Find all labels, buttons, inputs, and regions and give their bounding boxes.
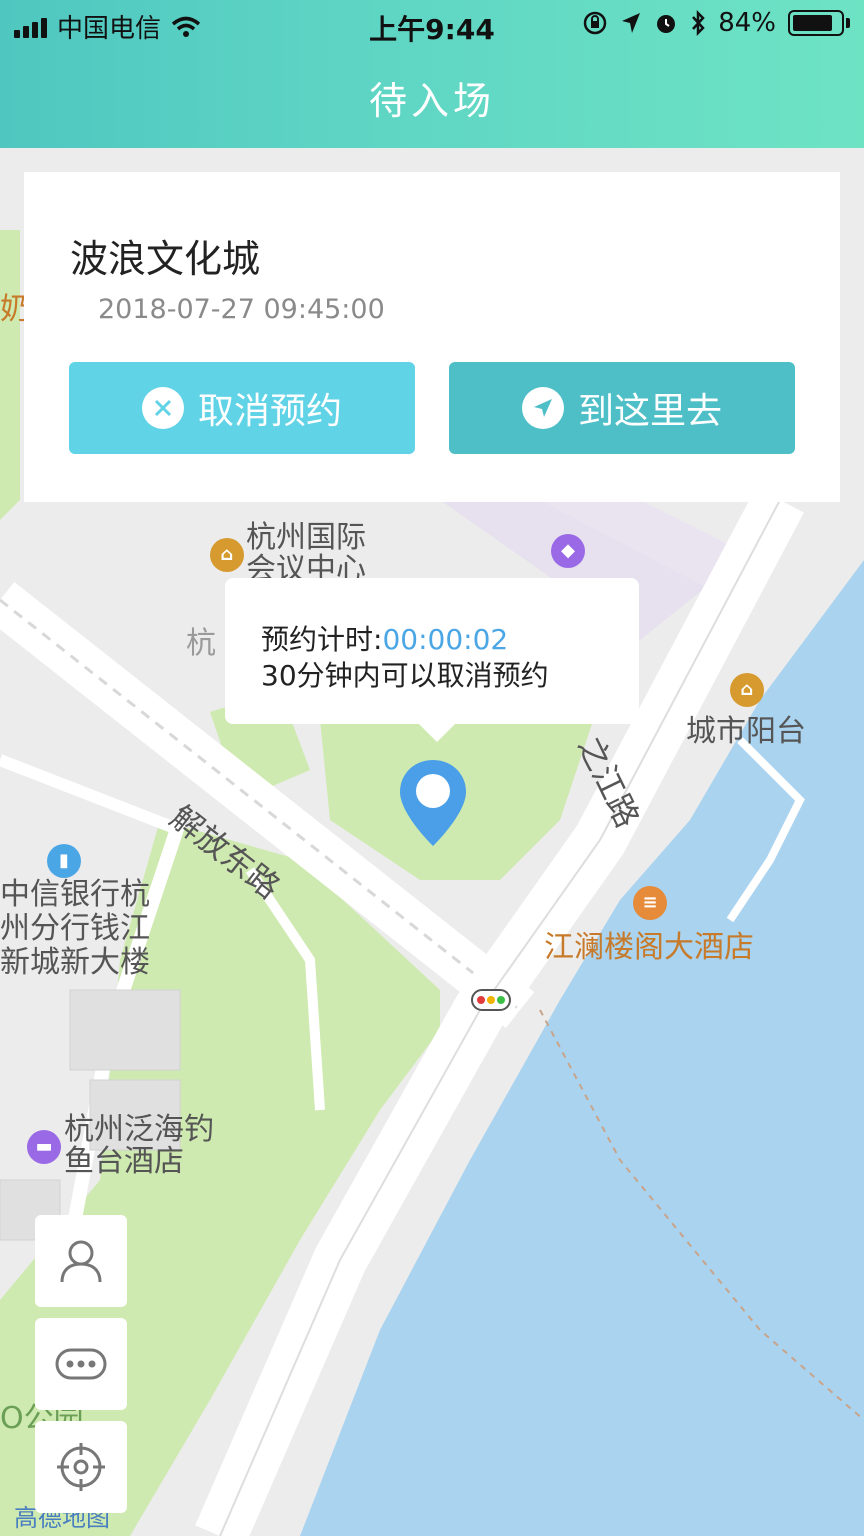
battery-icon bbox=[788, 10, 850, 36]
close-circle-icon bbox=[141, 387, 184, 429]
timer-value: 00:00:02 bbox=[382, 623, 509, 656]
status-bar: 中国电信 上午9:44 84% bbox=[0, 0, 864, 48]
battery-percent: 84% bbox=[718, 8, 776, 38]
bluetooth-icon bbox=[692, 10, 705, 36]
cancel-note: 30分钟内可以取消预约 bbox=[261, 659, 549, 692]
cancel-reservation-button[interactable]: 取消预约 bbox=[69, 362, 415, 454]
reservation-timer-popup: 预约计时:00:00:02 30分钟内可以取消预约 bbox=[225, 578, 639, 742]
navigate-button[interactable]: 到这里去 bbox=[449, 362, 795, 454]
bank-icon: ▮ bbox=[47, 844, 81, 878]
timer-label: 预约计时: bbox=[261, 623, 383, 656]
hotel-icon: ▬ bbox=[27, 1130, 61, 1164]
timer-line: 预约计时:00:00:02 bbox=[261, 618, 508, 658]
museum-icon: ⌂ bbox=[210, 538, 244, 572]
label-jianglan-hotel: 江澜楼阁大酒店 bbox=[544, 930, 754, 965]
location-arrow-icon bbox=[622, 13, 641, 33]
profile-button[interactable] bbox=[35, 1215, 127, 1307]
header: 中国电信 上午9:44 84% 待入场 bbox=[0, 0, 864, 148]
more-icon bbox=[55, 1348, 107, 1380]
navigate-button-label: 到这里去 bbox=[577, 391, 722, 432]
page-title: 待入场 bbox=[368, 79, 495, 123]
landmark-icon: ⌂ bbox=[730, 673, 764, 707]
shop-icon: ◆ bbox=[551, 534, 585, 568]
place-name: 波浪文化城 bbox=[70, 237, 261, 281]
label-fanhai-hotel: 杭州泛海钓 鱼台酒店 bbox=[64, 1112, 214, 1179]
user-icon bbox=[60, 1240, 102, 1283]
cancel-button-label: 取消预约 bbox=[197, 391, 342, 432]
rotation-lock-icon bbox=[583, 11, 607, 35]
restaurant-icon: ≡ bbox=[633, 886, 667, 920]
appointment-time: 2018-07-27 09:45:00 bbox=[98, 294, 385, 325]
location-pin-icon[interactable] bbox=[398, 758, 468, 848]
label-partial-hang: 杭 bbox=[186, 626, 216, 661]
more-button[interactable] bbox=[35, 1318, 127, 1410]
label-citic-bank: 中信银行杭 州分行钱江 新城新大楼 bbox=[0, 877, 150, 980]
label-convention-center: 杭州国际 会议中心 bbox=[246, 520, 366, 587]
label-city-balcony: 城市阳台 bbox=[686, 714, 806, 749]
app-root: ⌂ ◆ ⌂ ▮ ≡ ▬ 杭州国际 会议中心 城市阳台 解放东路 之江路 中信银行… bbox=[0, 0, 864, 1536]
alarm-icon bbox=[657, 15, 676, 33]
reservation-card: 波浪文化城 2018-07-27 09:45:00 取消预约 到这里去 bbox=[24, 172, 840, 502]
locate-button[interactable] bbox=[35, 1421, 127, 1513]
navigation-arrow-icon bbox=[521, 387, 564, 429]
locate-icon bbox=[57, 1443, 105, 1491]
